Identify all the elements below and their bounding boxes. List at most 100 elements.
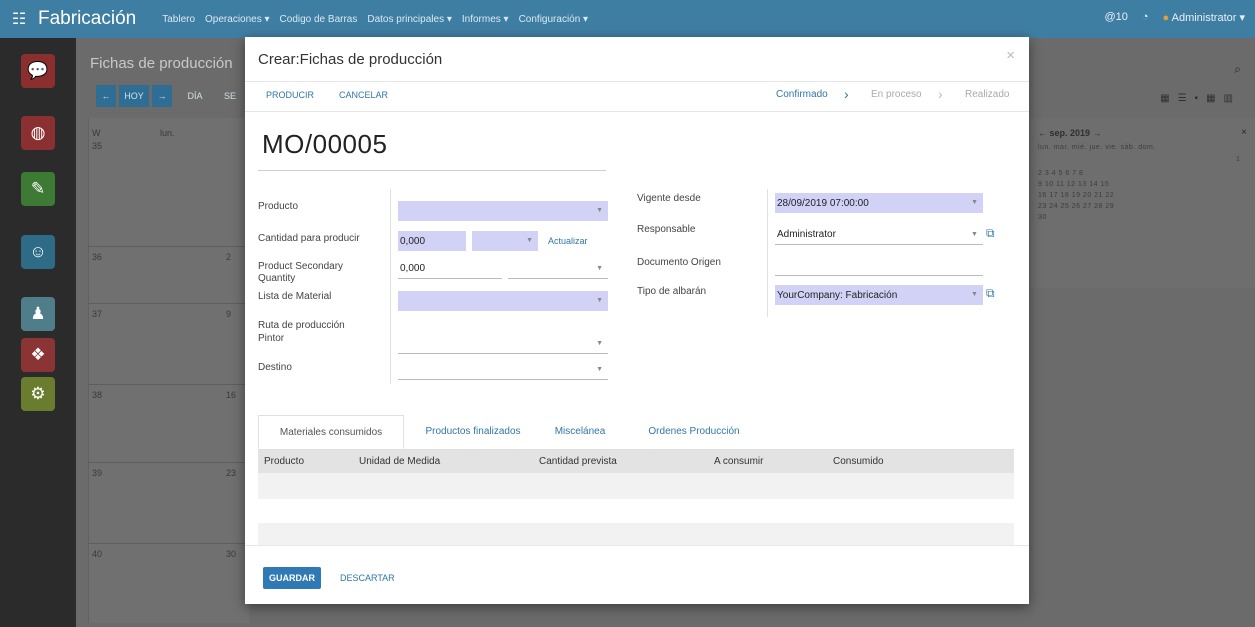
activity-icon[interactable]: ◔	[1142, 11, 1149, 24]
caret-down-icon: ▼	[526, 237, 533, 244]
caret-down-icon[interactable]: ▼	[971, 291, 978, 298]
destination-select[interactable]: ▼	[398, 360, 608, 380]
discard-button[interactable]: DESCARTAR	[340, 573, 395, 583]
table-row[interactable]	[258, 473, 1014, 499]
create-production-dialog: Crear:Fichas de producción × PRODUCIR CA…	[245, 37, 1029, 604]
quantity-label: Cantidad para producir	[258, 233, 360, 244]
caret-down-icon: ▼	[596, 366, 603, 373]
column-header[interactable]: Cantidad prevista	[539, 456, 617, 467]
save-button[interactable]: GUARDAR	[263, 567, 321, 589]
source-document-input[interactable]	[775, 256, 983, 276]
discuss-app-icon[interactable]: 💬	[21, 54, 55, 88]
menu-configuracion[interactable]: Configuración ▾	[519, 14, 589, 25]
week-view-button[interactable]: SE	[216, 85, 244, 107]
mini-calendar-row: 23 24 25 26 27 28 29	[1038, 203, 1115, 210]
secondary-quantity-input[interactable]: 0,000	[398, 259, 502, 279]
caret-down-icon[interactable]: ▼	[971, 231, 978, 238]
contacts-app-icon[interactable]: ♟	[21, 297, 55, 331]
tab-finished-products[interactable]: Productos finalizados	[408, 415, 538, 448]
produce-button[interactable]: PRODUCIR	[266, 90, 314, 100]
calendar-grid	[88, 118, 249, 623]
uom-select[interactable]: ▼	[472, 231, 538, 251]
picking-type-select[interactable]: YourCompany: Fabricación	[775, 285, 983, 305]
external-link-icon[interactable]: ⧉	[986, 226, 995, 241]
valid-from-input[interactable]: 28/09/2019 07:00:00 ▼	[775, 193, 983, 213]
responsible-select[interactable]: Administrator	[775, 225, 983, 245]
messages-count: 10	[1115, 11, 1128, 23]
cancel-button[interactable]: CANCELAR	[339, 90, 388, 100]
document-name: MO/00005	[262, 129, 388, 159]
app-name: Fabricación	[38, 8, 137, 29]
next-button[interactable]: →	[152, 85, 172, 107]
mini-calendar-weekdays: lun. mar. mié. jue. vie. sáb. dom.	[1038, 144, 1156, 151]
day-view-button[interactable]: DÍA	[176, 85, 214, 107]
route-label: Ruta de producción	[258, 320, 345, 331]
close-icon[interactable]: ×	[1241, 127, 1247, 138]
tools-app-icon[interactable]: ✎	[21, 172, 55, 206]
day-number: 16	[226, 390, 237, 400]
product-label: Producto	[258, 201, 299, 212]
column-header[interactable]: Producto	[264, 456, 304, 467]
settings-app-icon[interactable]: ⚙	[21, 377, 55, 411]
chat-icon: @	[1104, 11, 1116, 23]
day-number: 30	[226, 549, 237, 559]
column-header[interactable]: A consumir	[714, 456, 763, 467]
close-icon[interactable]: ×	[1006, 47, 1015, 64]
mini-calendar-row: 2 3 4 5 6 7 8	[1038, 170, 1084, 177]
dialog-title: Crear:Fichas de producción	[258, 51, 443, 68]
bom-label: Lista de Material	[258, 291, 332, 302]
menu-tablero[interactable]: Tablero	[162, 14, 195, 25]
stage-in-progress[interactable]: En proceso	[871, 89, 922, 100]
app-sidebar: 💬 ◍ ✎ ☺ ♟ ❖ ⚙	[0, 38, 76, 627]
mini-calendar-row: 1	[1236, 156, 1241, 163]
painter-select[interactable]: ▼	[398, 334, 608, 354]
menu-operaciones[interactable]: Operaciones ▾	[205, 14, 270, 25]
table-row[interactable]	[258, 523, 1014, 545]
employees-app-icon[interactable]: ☺	[21, 235, 55, 269]
secondary-quantity-label: Product Secondary Quantity	[258, 261, 344, 284]
bom-select[interactable]: ▼	[398, 291, 608, 311]
responsible-label: Responsable	[637, 224, 696, 235]
day-number: 9	[226, 309, 232, 319]
search-icon[interactable]: ⌕	[1234, 62, 1241, 77]
stage-confirmed[interactable]: Confirmado	[776, 89, 828, 100]
user-menu[interactable]: ● Administrator ▾	[1163, 11, 1245, 24]
notebook-tabs: Materiales consumidos Productos finaliza…	[258, 415, 1014, 450]
destination-label: Destino	[258, 362, 292, 373]
menu-datos-principales[interactable]: Datos principales ▾	[367, 14, 452, 25]
menu-informes[interactable]: Informes ▾	[462, 14, 509, 25]
tab-consumed-materials[interactable]: Materiales consumidos	[258, 415, 404, 449]
caret-down-icon: ▼	[596, 340, 603, 347]
column-header[interactable]: Unidad de Medida	[359, 456, 440, 467]
tab-miscellaneous[interactable]: Miscelánea	[540, 415, 620, 448]
update-quantity-link[interactable]: Actualizar	[548, 236, 588, 246]
picking-type-label: Tipo de albarán	[637, 286, 707, 297]
tab-production-orders[interactable]: Ordenes Producción	[630, 415, 758, 448]
external-link-icon[interactable]: ⧉	[986, 286, 995, 301]
quantity-input[interactable]: 0,000	[398, 231, 466, 251]
avatar: ●	[1162, 12, 1170, 24]
dialog-header: Crear:Fichas de producción ×	[245, 37, 1029, 82]
secondary-uom-select[interactable]: ▼	[508, 259, 608, 279]
chevron-right-icon: ›	[938, 86, 943, 102]
stage-done[interactable]: Realizado	[965, 89, 1009, 100]
dialog-footer: GUARDAR DESCARTAR	[245, 545, 1029, 605]
today-button[interactable]: HOY	[119, 85, 149, 107]
source-document-label: Documento Origen	[637, 257, 721, 268]
inventory-app-icon[interactable]: ❖	[21, 338, 55, 372]
mini-calendar-row: 30	[1038, 214, 1047, 221]
day-header: lun.	[160, 128, 175, 138]
prev-button[interactable]: ←	[96, 85, 116, 107]
column-header[interactable]: Consumido	[833, 456, 884, 467]
messages-indicator[interactable]: @10	[1104, 11, 1127, 24]
day-number: 2	[226, 252, 232, 262]
menu-codigo-barras[interactable]: Codigo de Barras	[280, 14, 358, 25]
top-navbar: ☷ Fabricación Tablero Operaciones ▾ Codi…	[0, 0, 1255, 38]
mini-calendar-row: 16 17 18 19 20 21 22	[1038, 192, 1115, 199]
view-switcher[interactable]: ▦☰▪▦▥	[1160, 93, 1241, 104]
apps-grid-icon[interactable]: ☷	[0, 9, 38, 29]
caret-down-icon: ▼	[971, 199, 978, 206]
product-select[interactable]: ▼	[398, 201, 608, 221]
website-app-icon[interactable]: ◍	[21, 116, 55, 150]
mini-calendar-row: 9 10 11 12 13 14 15	[1038, 181, 1110, 188]
